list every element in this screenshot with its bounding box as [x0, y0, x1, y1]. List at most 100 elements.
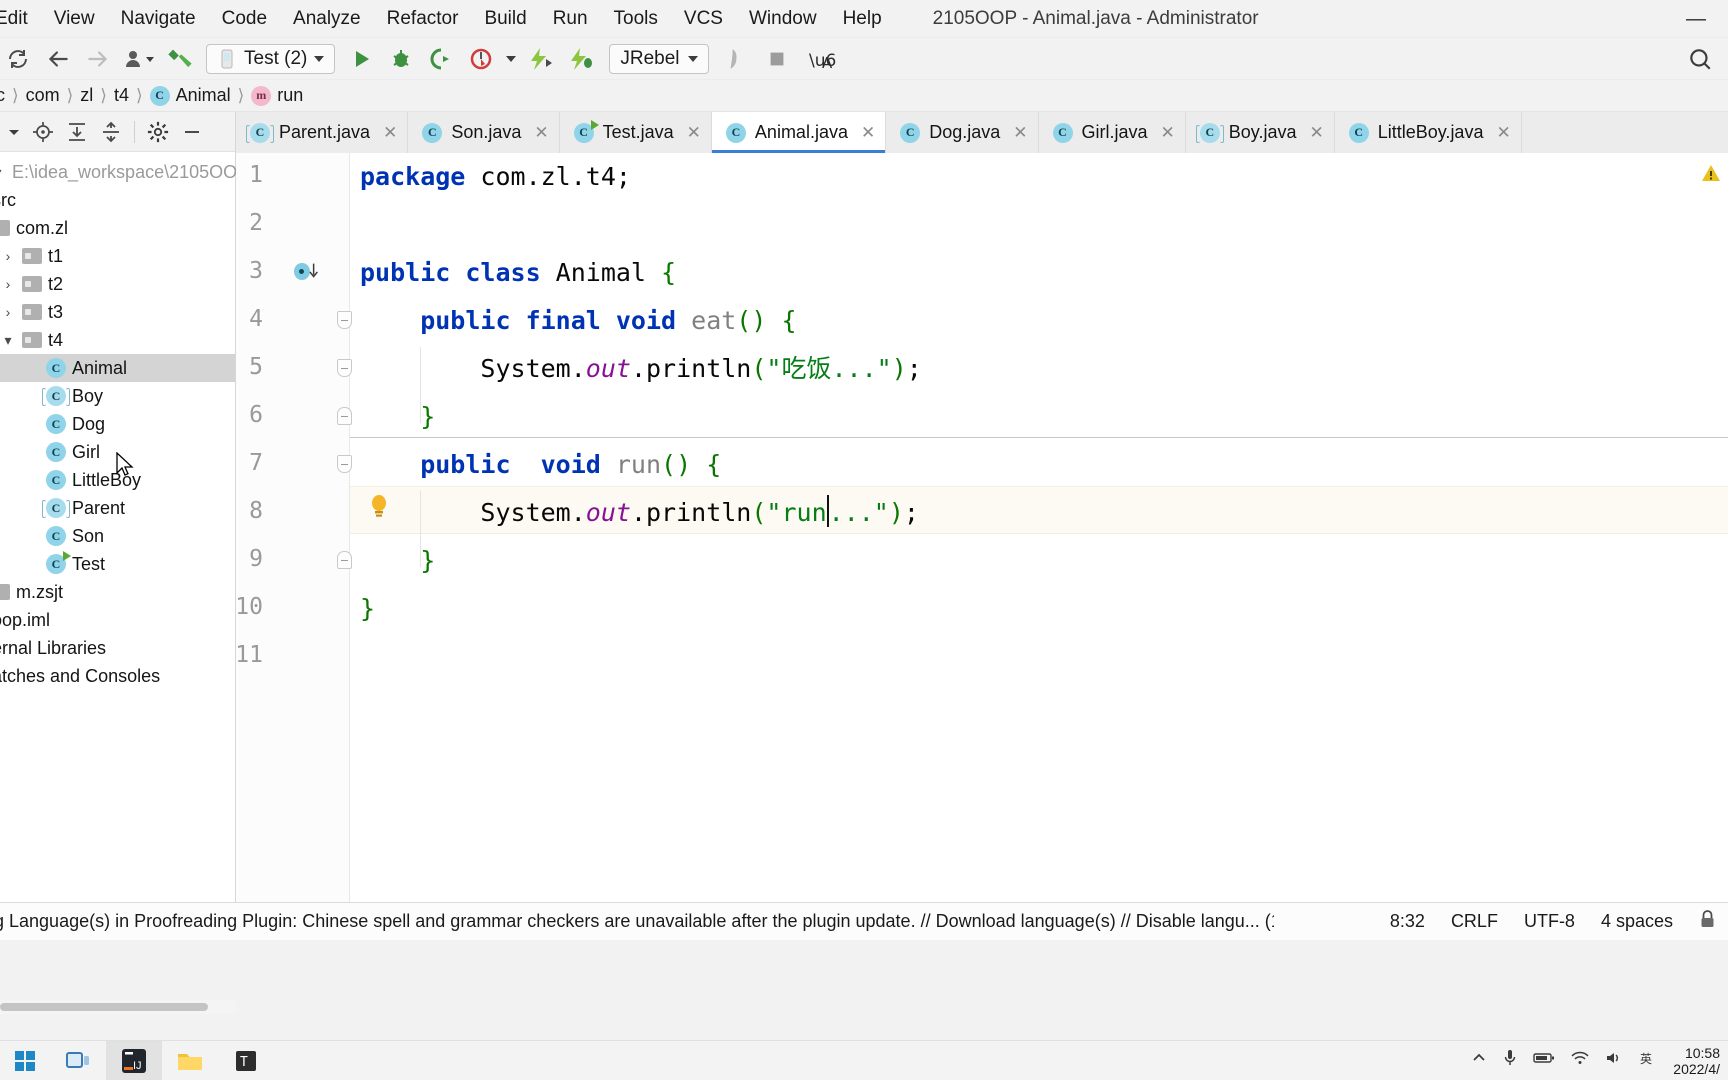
tree-row-boy[interactable]: C Boy [0, 382, 235, 410]
editor-tab-girl[interactable]: C Girl.java ✕ [1038, 112, 1186, 153]
tree-row-t4[interactable]: ▾ t4 [0, 326, 235, 354]
code-text-area[interactable]: package com.zl.t4; public class Animal {… [350, 153, 1728, 902]
close-icon[interactable]: ✕ [1013, 123, 1027, 143]
translate-icon[interactable]: \u6587A [807, 43, 839, 75]
debug-icon[interactable] [385, 43, 417, 75]
chevron-right-icon[interactable]: › [0, 276, 16, 292]
profile-dropdown-icon[interactable] [503, 43, 519, 75]
tree-row-external-libraries[interactable]: ernal Libraries [0, 634, 235, 662]
close-icon[interactable]: ✕ [1161, 123, 1175, 143]
chevron-right-icon[interactable]: › [0, 304, 16, 320]
collapse-all-icon[interactable] [94, 116, 128, 148]
editor-tab-boy[interactable]: C Boy.java ✕ [1185, 112, 1335, 153]
editor-tab-dog[interactable]: C Dog.java ✕ [886, 112, 1039, 153]
run-with-coverage-icon[interactable] [425, 43, 457, 75]
tree-row-oopiml[interactable]: oop.iml [0, 606, 235, 634]
tree-row-t1[interactable]: › t1 [0, 242, 235, 270]
editor-gutter[interactable]: 1 2 3 4 5 6 7 8 9 10 11 [236, 153, 386, 902]
expand-all-icon[interactable] [60, 116, 94, 148]
tree-row-animal[interactable]: C Animal [0, 354, 235, 382]
chevron-right-icon[interactable]: › [0, 248, 16, 264]
inspection-warning-icon[interactable] [1700, 163, 1722, 189]
close-icon[interactable]: ✕ [861, 123, 875, 143]
tree-row-dog[interactable]: C Dog [0, 410, 235, 438]
profile-icon[interactable] [465, 43, 497, 75]
chevron-up-icon[interactable] [1471, 1051, 1487, 1070]
menu-item-build[interactable]: Build [471, 6, 539, 32]
user-settings-icon[interactable] [122, 43, 156, 75]
tree-row-scratches-consoles[interactable]: atches and Consoles [0, 662, 235, 690]
tree-row-comzl[interactable]: com.zl [0, 214, 235, 242]
menu-item-help[interactable]: Help [830, 6, 895, 32]
battery-icon[interactable] [1533, 1051, 1555, 1070]
attach-icon[interactable] [721, 43, 753, 75]
ime-icon[interactable]: 英 [1639, 1050, 1657, 1071]
tree-row-test[interactable]: C Test [0, 550, 235, 578]
sync-icon[interactable] [2, 43, 34, 75]
idea-icon[interactable]: IJ [106, 1040, 162, 1080]
editor-tab-test[interactable]: C Test.java ✕ [559, 112, 712, 153]
indent-setting[interactable]: 4 spaces [1601, 911, 1673, 932]
menu-item-run[interactable]: Run [540, 6, 601, 32]
jrebel-debug-icon[interactable] [565, 43, 597, 75]
jrebel-run-icon[interactable] [525, 43, 557, 75]
tree-row-mzsjt[interactable]: m.zsjt [0, 578, 235, 606]
wifi-icon[interactable] [1571, 1051, 1589, 1070]
menu-item-view[interactable]: View [41, 6, 108, 32]
tree-row-t2[interactable]: › t2 [0, 270, 235, 298]
run-configuration-selector[interactable]: Test (2) [206, 43, 336, 74]
tree-row-girl[interactable]: C Girl [0, 438, 235, 466]
breadcrumb-item-t4[interactable]: t4 [114, 85, 129, 106]
project-view-selector[interactable]: t [0, 116, 26, 148]
search-icon[interactable] [1684, 43, 1716, 75]
menu-item-window[interactable]: Window [736, 6, 830, 32]
build-hammer-icon[interactable] [164, 43, 196, 75]
tree-row-t3[interactable]: › t3 [0, 298, 235, 326]
close-icon[interactable]: ✕ [1309, 123, 1323, 143]
settings-gear-icon[interactable] [141, 116, 175, 148]
implemented-by-icon[interactable] [294, 259, 318, 283]
explorer-icon[interactable] [162, 1041, 218, 1080]
status-message[interactable]: g Language(s) in Proofreading Plugin: Ch… [0, 911, 1274, 932]
start-icon[interactable] [0, 1041, 50, 1080]
minimize-button[interactable]: — [1674, 0, 1718, 38]
menu-item-vcs[interactable]: VCS [671, 6, 736, 32]
scrollbar-thumb[interactable] [0, 1003, 208, 1011]
lock-icon[interactable] [1699, 909, 1716, 934]
chevron-down-icon[interactable]: ▾ [0, 332, 16, 349]
terminal-icon[interactable]: T [218, 1041, 274, 1080]
breadcrumb-item-zl[interactable]: zl [80, 85, 93, 106]
breadcrumb-item-com[interactable]: com [26, 85, 60, 106]
tree-row-son[interactable]: C Son [0, 522, 235, 550]
jrebel-selector[interactable]: JRebel [609, 43, 709, 74]
close-icon[interactable]: ✕ [383, 123, 397, 143]
close-icon[interactable]: ✕ [1496, 123, 1510, 143]
hide-panel-icon[interactable] [175, 116, 209, 148]
mic-icon[interactable] [1503, 1049, 1517, 1072]
taskbar-clock[interactable]: 10:58 2022/4/ [1673, 1045, 1720, 1077]
volume-icon[interactable] [1605, 1050, 1623, 1071]
editor-tab-parent[interactable]: C Parent.java ✕ [236, 112, 409, 153]
menu-item-refactor[interactable]: Refactor [374, 6, 472, 32]
project-panel-hscrollbar[interactable] [0, 1000, 236, 1014]
caret-position[interactable]: 8:32 [1390, 911, 1425, 932]
forward-arrow-icon[interactable] [82, 43, 114, 75]
tree-row-project-root[interactable]: ▾ E:\idea_workspace\2105OO\o [0, 158, 252, 186]
tree-row-parent[interactable]: C Parent [0, 494, 235, 522]
breadcrumb-item-run[interactable]: m run [251, 85, 303, 106]
task-view-icon[interactable] [50, 1041, 106, 1080]
editor-tab-animal[interactable]: C Animal.java ✕ [711, 112, 887, 153]
editor-tab-littleboy[interactable]: C LittleBoy.java ✕ [1334, 112, 1522, 153]
menu-item-edit[interactable]: Edit [0, 6, 41, 32]
line-separator[interactable]: CRLF [1451, 911, 1498, 932]
menu-item-analyze[interactable]: Analyze [280, 6, 374, 32]
back-arrow-icon[interactable] [42, 43, 74, 75]
menu-item-code[interactable]: Code [209, 6, 280, 32]
breadcrumb-item-c[interactable]: c [0, 85, 5, 106]
file-encoding[interactable]: UTF-8 [1524, 911, 1575, 932]
menu-item-navigate[interactable]: Navigate [108, 6, 209, 32]
stop-icon[interactable] [761, 43, 793, 75]
editor-tab-son[interactable]: C Son.java ✕ [408, 112, 560, 153]
close-icon[interactable]: ✕ [534, 123, 548, 143]
code-editor[interactable]: 1 2 3 4 5 6 7 8 9 10 11 package com.zl.t… [236, 153, 1728, 902]
